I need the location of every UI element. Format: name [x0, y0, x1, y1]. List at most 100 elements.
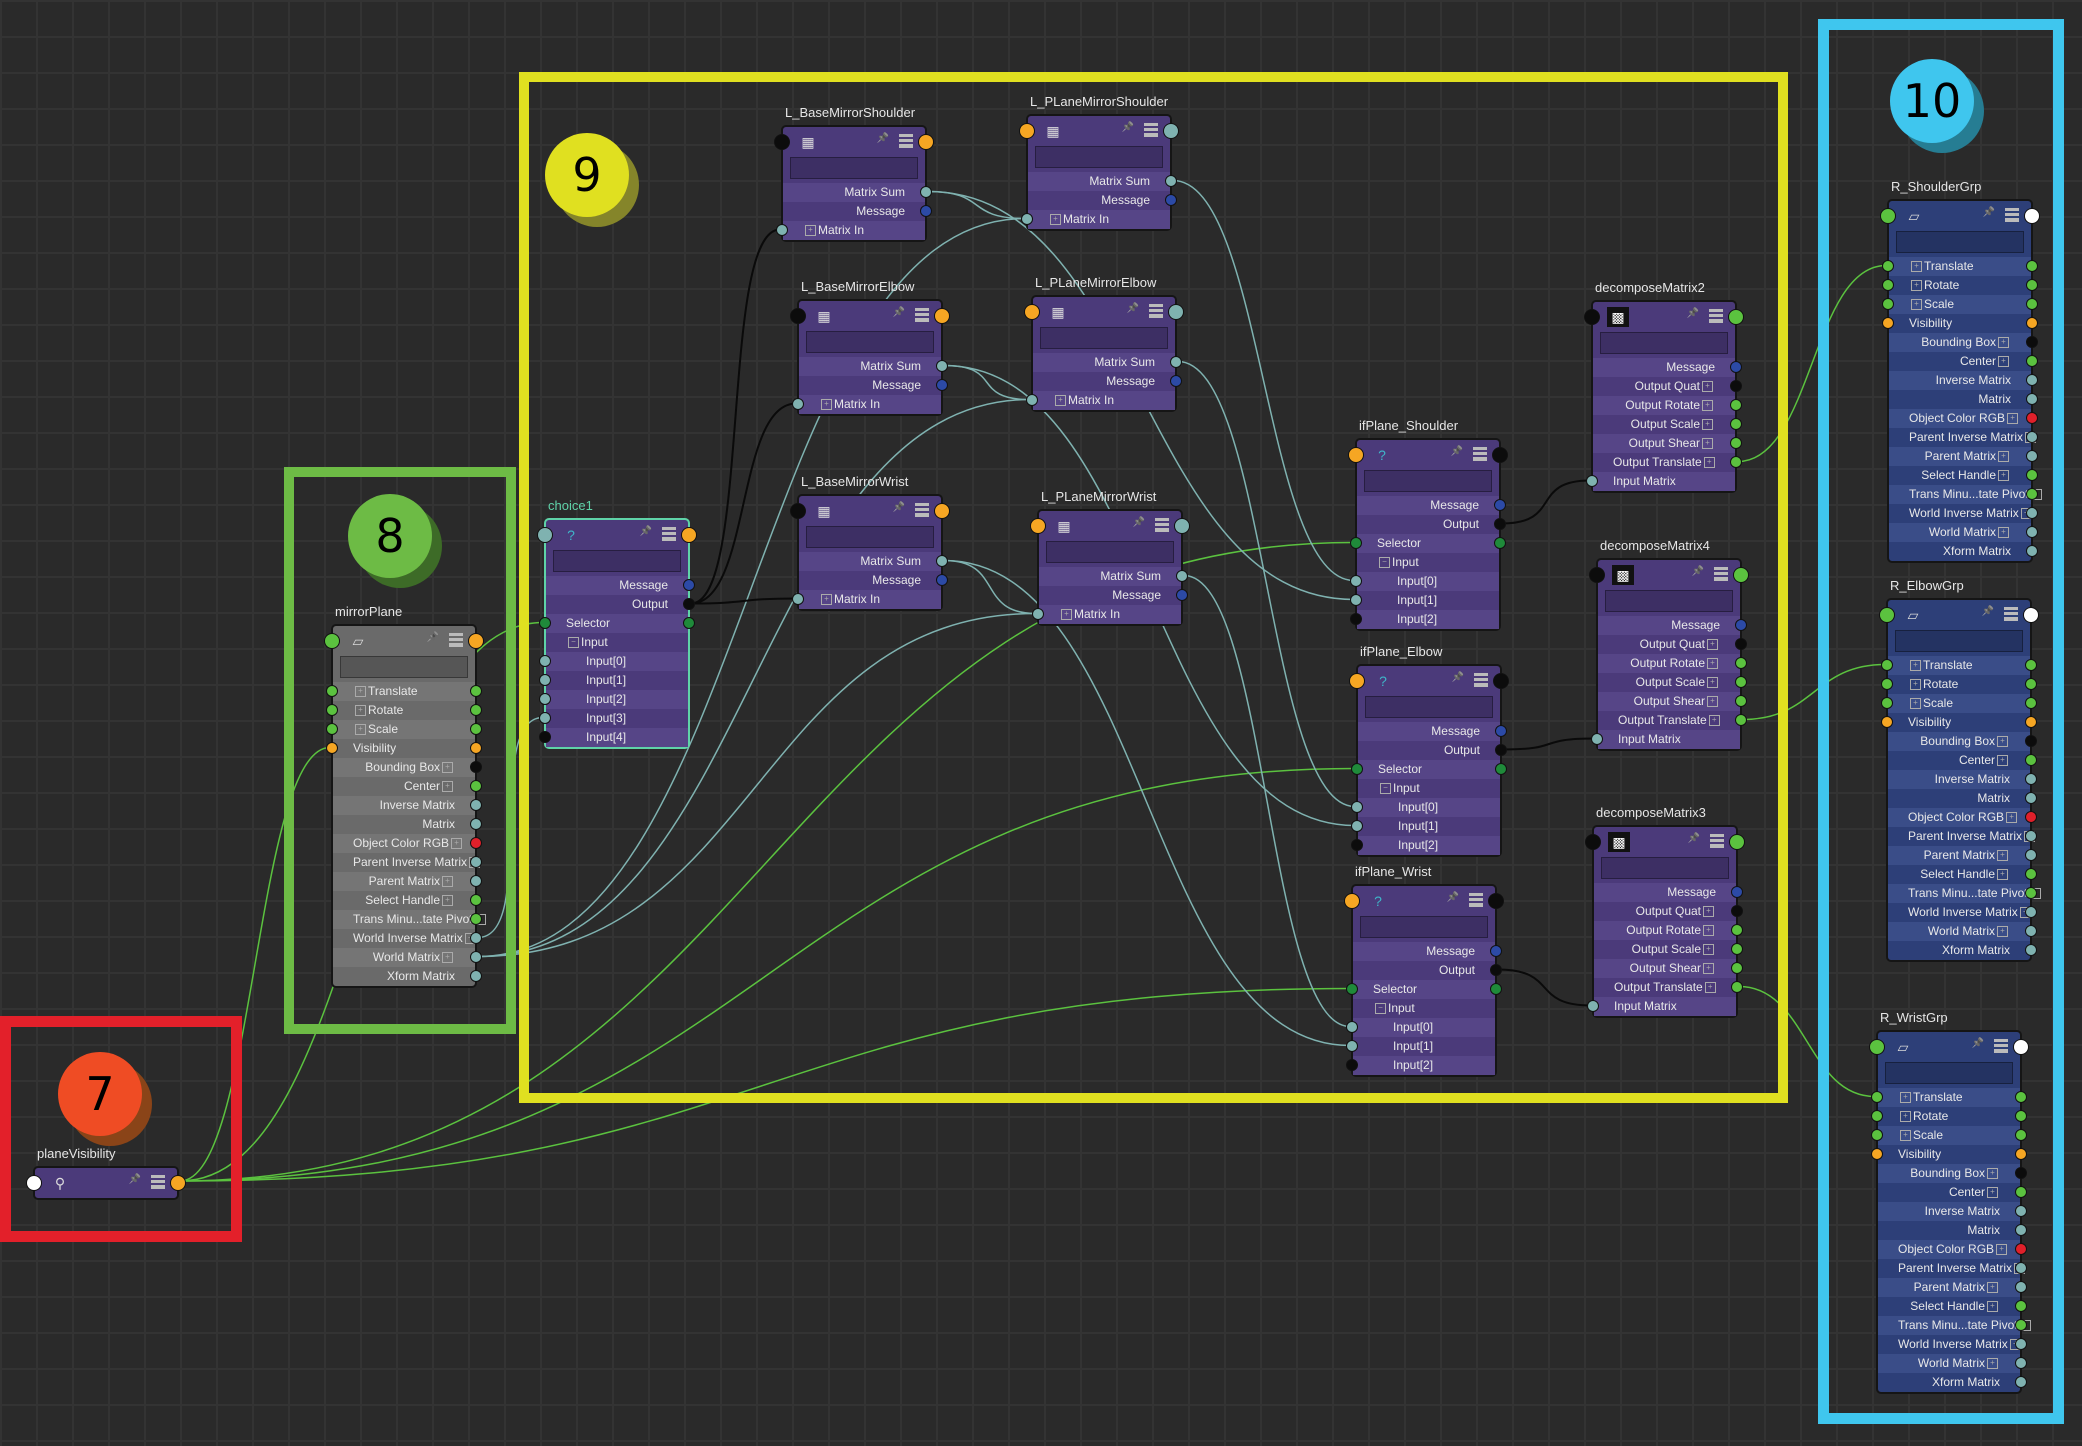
attribute-row[interactable]: Output Quat +: [1594, 902, 1743, 921]
attribute-row[interactable]: Message: [799, 571, 948, 590]
attribute-row[interactable]: Visibility: [1871, 1145, 2027, 1164]
input-port[interactable]: [1350, 613, 1362, 625]
node-output-port[interactable]: [2024, 208, 2040, 224]
attribute-row[interactable]: Input[1]: [1350, 591, 1499, 610]
node-menu-icon[interactable]: [2005, 208, 2019, 222]
output-port[interactable]: [2025, 659, 2037, 671]
pin-icon[interactable]: 📌: [1982, 606, 1994, 617]
attribute-row[interactable]: Message: [1358, 722, 1507, 741]
attribute-row[interactable]: Input[0]: [539, 652, 688, 671]
node-header[interactable]: ? 📌: [537, 520, 697, 550]
pin-icon[interactable]: 📌: [877, 133, 889, 144]
attribute-row[interactable]: Input[2]: [1351, 836, 1500, 855]
output-port[interactable]: [1735, 657, 1747, 669]
attribute-row[interactable]: Message: [546, 576, 695, 595]
output-port[interactable]: [470, 894, 482, 906]
output-port[interactable]: [2015, 1243, 2027, 1255]
node-input-port[interactable]: [1344, 893, 1360, 909]
attribute-row[interactable]: Center +: [333, 777, 482, 796]
node-input-port[interactable]: [1589, 567, 1605, 583]
output-port[interactable]: [470, 951, 482, 963]
node-l-basemirrorelbow[interactable]: L_BaseMirrorElbow ▦ 📌 Matrix Sum Message + Mat…: [790, 279, 950, 416]
attribute-row[interactable]: − Input: [546, 633, 688, 652]
attribute-row[interactable]: Inverse Matrix: [1888, 770, 2037, 789]
input-port[interactable]: [1350, 594, 1362, 606]
expand-icon[interactable]: +: [1707, 639, 1718, 651]
attribute-row[interactable]: Object Color RGB +: [1878, 1240, 2027, 1259]
expand-icon[interactable]: +: [442, 876, 453, 888]
attribute-row[interactable]: World Inverse Matrix+: [333, 929, 482, 948]
attribute-row[interactable]: Input Matrix: [1591, 730, 1740, 749]
node-input-port[interactable]: [324, 633, 340, 649]
output-port[interactable]: [2025, 906, 2037, 918]
node-menu-icon[interactable]: [1473, 447, 1487, 461]
attribute-row[interactable]: Center +: [1878, 1183, 2027, 1202]
collapse-icon[interactable]: −: [1380, 783, 1391, 795]
output-port[interactable]: [2025, 678, 2037, 690]
attribute-row[interactable]: Parent Inverse Matrix+: [333, 853, 482, 872]
node-header[interactable]: ⚲ 📌: [26, 1168, 186, 1198]
expand-icon[interactable]: +: [1997, 850, 2008, 862]
output-port[interactable]: [1735, 638, 1747, 650]
node-menu-icon[interactable]: [1714, 567, 1728, 581]
output-port[interactable]: [1170, 375, 1182, 387]
node-output-port[interactable]: [1728, 309, 1744, 325]
attribute-row[interactable]: Matrix: [1889, 390, 2038, 409]
node-output-port[interactable]: [1488, 893, 1504, 909]
node-output-port[interactable]: [170, 1175, 186, 1191]
expand-icon[interactable]: +: [355, 724, 366, 736]
expand-icon[interactable]: +: [442, 895, 453, 907]
output-port[interactable]: [470, 970, 482, 982]
pin-icon[interactable]: 📌: [129, 1174, 141, 1185]
node-menu-icon[interactable]: [151, 1175, 165, 1189]
input-port[interactable]: [1871, 1129, 1883, 1141]
attribute-row[interactable]: Output Quat +: [1593, 377, 1742, 396]
expand-icon[interactable]: +: [1703, 906, 1714, 918]
input-port[interactable]: [1351, 801, 1363, 813]
node-input-port[interactable]: [1348, 447, 1364, 463]
output-port[interactable]: [936, 360, 948, 372]
output-port[interactable]: [2026, 507, 2038, 519]
pin-icon[interactable]: 📌: [640, 526, 652, 537]
node-input-port[interactable]: [774, 134, 790, 150]
node-output-port[interactable]: [1493, 673, 1509, 689]
attribute-row[interactable]: Message: [1357, 496, 1506, 515]
node-menu-icon[interactable]: [1710, 834, 1724, 848]
output-port[interactable]: [1730, 380, 1742, 392]
node-menu-icon[interactable]: [449, 633, 463, 647]
attribute-row[interactable]: Inverse Matrix: [1878, 1202, 2027, 1221]
attribute-row[interactable]: − Input: [1357, 553, 1499, 572]
node-name-field[interactable]: [1896, 231, 2024, 253]
attribute-row[interactable]: Output Rotate +: [1598, 654, 1747, 673]
input-port[interactable]: [1881, 659, 1893, 671]
node-menu-icon[interactable]: [1994, 1039, 2008, 1053]
attribute-row[interactable]: World Matrix +: [1888, 922, 2037, 941]
attribute-row[interactable]: Message: [799, 376, 948, 395]
input-port[interactable]: [1587, 1000, 1599, 1012]
attribute-row[interactable]: Output Scale +: [1593, 415, 1742, 434]
input-port[interactable]: [1350, 575, 1362, 587]
expand-icon[interactable]: +: [1987, 1358, 1998, 1370]
attribute-row[interactable]: Matrix: [1888, 789, 2037, 808]
node-input-port[interactable]: [537, 527, 553, 543]
attribute-row[interactable]: + Matrix In: [776, 221, 925, 240]
expand-icon[interactable]: +: [2007, 413, 2019, 425]
node-ifplane-wrist[interactable]: ifPlane_Wrist? 📌 Message Output Selector − Inp…: [1344, 864, 1504, 1077]
attribute-row[interactable]: Input[1]: [1346, 1037, 1495, 1056]
pin-icon[interactable]: 📌: [1133, 517, 1145, 528]
attribute-row[interactable]: Matrix Sum: [783, 183, 932, 202]
expand-icon[interactable]: +: [1050, 214, 1061, 226]
expand-icon[interactable]: +: [1703, 963, 1714, 975]
node-name-field[interactable]: [1046, 541, 1174, 563]
output-port[interactable]: [2026, 336, 2038, 348]
node-r-elbowgrp[interactable]: R_ElbowGrp ▱ 📌 + Translate + Rotate + Scale Visib…: [1879, 578, 2041, 962]
output-port[interactable]: [1731, 943, 1743, 955]
output-port[interactable]: [2026, 317, 2038, 329]
expand-icon[interactable]: +: [1910, 698, 1921, 710]
expand-icon[interactable]: +: [1987, 1301, 1998, 1313]
output-port[interactable]: [2015, 1110, 2027, 1122]
node-name-field[interactable]: [553, 550, 681, 572]
expand-icon[interactable]: +: [2006, 812, 2018, 824]
output-port[interactable]: [1735, 619, 1747, 631]
expand-icon[interactable]: +: [1998, 470, 2009, 482]
